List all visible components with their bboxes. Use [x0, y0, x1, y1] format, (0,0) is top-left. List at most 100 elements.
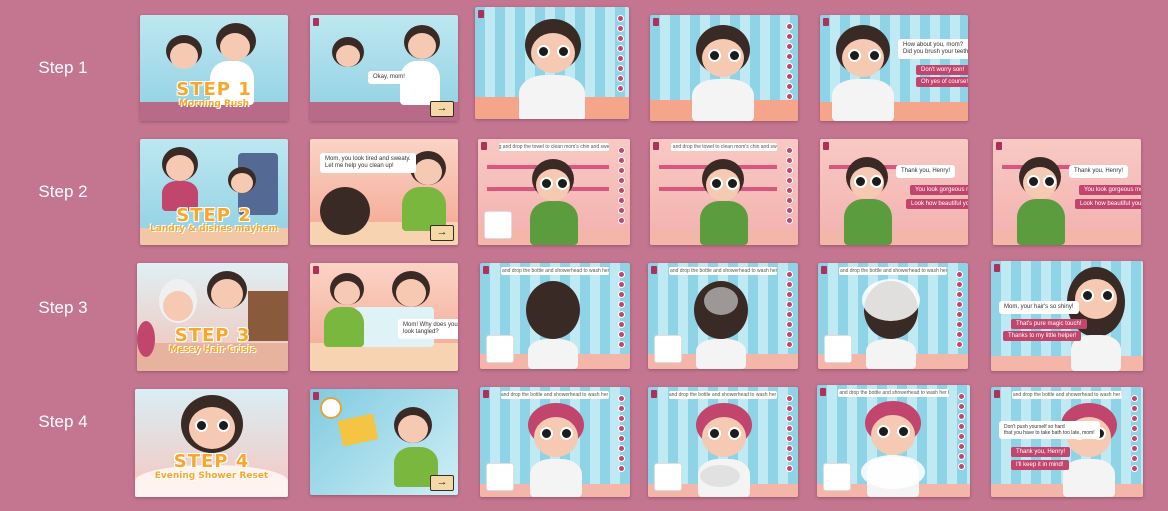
- row-step-2: Step 2 STEP 2 Landry & dishes mayhem Mom…: [0, 137, 1168, 247]
- game-logo: [483, 266, 489, 274]
- dialogue-bubble: Mom! Why does your hair look tangled?: [398, 319, 458, 340]
- instruction-bar: Drag and drop the bottle and showerhead …: [501, 267, 609, 275]
- step-subtitle: Messy Hair Crisis: [169, 345, 256, 355]
- choice-button[interactable]: That's pure magic touch!: [1011, 319, 1087, 329]
- frame-step2-4[interactable]: Drag and drop the towel to clean mom's c…: [650, 139, 798, 245]
- progress-dots: [958, 393, 965, 470]
- progress-dots: [786, 395, 793, 472]
- step-subtitle: Morning Rush: [178, 99, 250, 109]
- dialogue-bubble: Thank you, Henry!: [1069, 165, 1129, 179]
- empty-item-slot[interactable]: [823, 463, 851, 491]
- instruction-bar: Drag and drop the bottle and showerhead …: [669, 267, 777, 275]
- dialogue-bubble: Mom, your hair's so shiny!: [999, 301, 1079, 315]
- frame-step4-6[interactable]: Drag and drop the bottle and showerhead …: [991, 387, 1143, 497]
- game-logo: [651, 266, 657, 274]
- frame-step2-2[interactable]: Mom, you look tired and sweaty. Let me h…: [310, 139, 458, 245]
- instruction-bar: Drag and drop the bottle and showerhead …: [838, 389, 949, 397]
- frame-step4-2[interactable]: →: [310, 389, 458, 495]
- choice-button[interactable]: Thank you, Henry!: [1011, 447, 1071, 457]
- instruction-bar: Drag and drop the bottle and showerhead …: [669, 391, 777, 399]
- game-logo: [653, 142, 659, 150]
- game-logo: [653, 18, 659, 26]
- dialogue-bubble: How about you, mom? Did you brush your t…: [898, 39, 968, 60]
- game-logo: [994, 264, 1000, 272]
- game-logo: [651, 390, 657, 398]
- frame-step3-6[interactable]: Mom, your hair's so shiny! That's pure m…: [991, 261, 1143, 371]
- step-title: STEP 1: [176, 79, 252, 100]
- instruction-bar: Drag and drop the towel to clean mom's c…: [499, 143, 609, 151]
- game-logo: [994, 390, 1000, 398]
- progress-dots: [618, 271, 625, 348]
- shampoo-bottle-item[interactable]: [486, 335, 514, 363]
- progress-dots: [956, 271, 963, 348]
- step-title: STEP 2: [176, 205, 252, 226]
- frame-step1-3[interactable]: [475, 7, 629, 119]
- choice-button[interactable]: Look how beautiful you are!: [906, 199, 968, 209]
- frame-step1-title[interactable]: STEP 1 Morning Rush: [140, 15, 288, 121]
- frame-step2-3[interactable]: Drag and drop the towel to clean mom's c…: [478, 139, 630, 245]
- game-logo: [821, 266, 827, 274]
- row-label: Step 2: [38, 182, 88, 201]
- row-label: Step 4: [38, 412, 88, 431]
- frame-step3-5[interactable]: Drag and drop the bottle and showerhead …: [818, 263, 968, 369]
- frame-step1-5[interactable]: How about you, mom? Did you brush your t…: [820, 15, 968, 121]
- choice-button[interactable]: I'll keep it in mind!: [1011, 460, 1069, 470]
- frame-step4-title[interactable]: STEP 4 Evening Shower Reset: [135, 389, 288, 497]
- frame-step3-4[interactable]: Drag and drop the bottle and showerhead …: [648, 263, 798, 369]
- choice-button[interactable]: Thanks to my little helper!: [1003, 331, 1082, 341]
- progress-dots: [1131, 395, 1138, 472]
- next-arrow-icon[interactable]: →: [430, 225, 454, 241]
- step-subtitle: Evening Shower Reset: [154, 471, 269, 481]
- dialogue-bubble: Don't push yourself so hard that you hav…: [999, 421, 1100, 439]
- next-arrow-icon[interactable]: →: [430, 101, 454, 117]
- frame-step4-5[interactable]: Drag and drop the bottle and showerhead …: [817, 385, 970, 497]
- frame-step2-title[interactable]: STEP 2 Landry & dishes mayhem: [140, 139, 288, 245]
- step-subtitle: Landry & dishes mayhem: [150, 224, 278, 234]
- instruction-bar: Drag and drop the bottle and showerhead …: [501, 391, 609, 399]
- frame-step2-5[interactable]: Thank you, Henry! You look gorgeous mom!…: [820, 139, 968, 245]
- choice-button[interactable]: Look how beautiful you are!: [1075, 199, 1141, 209]
- choice-button[interactable]: You look gorgeous mom!: [1079, 185, 1141, 195]
- row-step-4: Step 4 STEP 4 Evening Shower Reset → Dra…: [0, 367, 1168, 497]
- frame-step4-3[interactable]: Drag and drop the bottle and showerhead …: [480, 387, 630, 497]
- choice-button[interactable]: Don't worry son!: [916, 65, 968, 75]
- towel-item[interactable]: [484, 211, 512, 239]
- row-label: Step 3: [38, 298, 88, 317]
- row-step-1: Step 1 STEP 1 Morning Rush Okay, mom! →: [0, 7, 1168, 123]
- step-title: STEP 4: [173, 451, 250, 472]
- choice-button[interactable]: You look gorgeous mom!: [910, 185, 968, 195]
- game-logo: [478, 10, 484, 18]
- frame-step1-4[interactable]: [650, 15, 798, 121]
- game-logo: [481, 142, 487, 150]
- frame-step4-4[interactable]: Drag and drop the bottle and showerhead …: [648, 387, 798, 497]
- empty-item-slot[interactable]: [654, 335, 682, 363]
- game-logo: [823, 142, 829, 150]
- game-logo: [313, 266, 319, 274]
- game-logo: [313, 18, 319, 26]
- empty-item-slot[interactable]: [654, 463, 682, 491]
- dialogue-bubble: Mom, you look tired and sweaty. Let me h…: [320, 153, 416, 174]
- progress-dots: [617, 15, 624, 92]
- progress-dots: [786, 271, 793, 348]
- body-wash-bottle-item[interactable]: [486, 463, 514, 491]
- instruction-bar: Drag and drop the towel to clean mom's c…: [670, 143, 778, 151]
- progress-dots: [786, 23, 793, 100]
- empty-item-slot[interactable]: [824, 335, 852, 363]
- next-arrow-icon[interactable]: →: [430, 475, 454, 491]
- dialogue-bubble: Okay, mom!: [368, 71, 410, 85]
- game-logo: [823, 18, 829, 26]
- row-label: Step 1: [38, 58, 88, 77]
- frame-step3-3[interactable]: Drag and drop the bottle and showerhead …: [480, 263, 630, 369]
- game-logo: [820, 388, 826, 396]
- frame-step3-2[interactable]: Mom! Why does your hair look tangled?: [310, 263, 458, 371]
- frame-step3-title[interactable]: STEP 3 Messy Hair Crisis: [137, 263, 288, 371]
- frame-step2-6[interactable]: Thank you, Henry! You look gorgeous mom!…: [993, 139, 1141, 245]
- instruction-bar: Drag and drop the bottle and showerhead …: [1012, 391, 1122, 399]
- choice-button[interactable]: Oh yes of course!: [916, 77, 968, 87]
- progress-dots: [786, 147, 793, 224]
- frame-step1-2[interactable]: Okay, mom! →: [310, 15, 458, 121]
- row-step-3: Step 3 STEP 3 Messy Hair Crisis Mom! Why…: [0, 253, 1168, 371]
- game-logo: [313, 392, 319, 400]
- game-logo: [996, 142, 1002, 150]
- step-title: STEP 3: [174, 325, 251, 346]
